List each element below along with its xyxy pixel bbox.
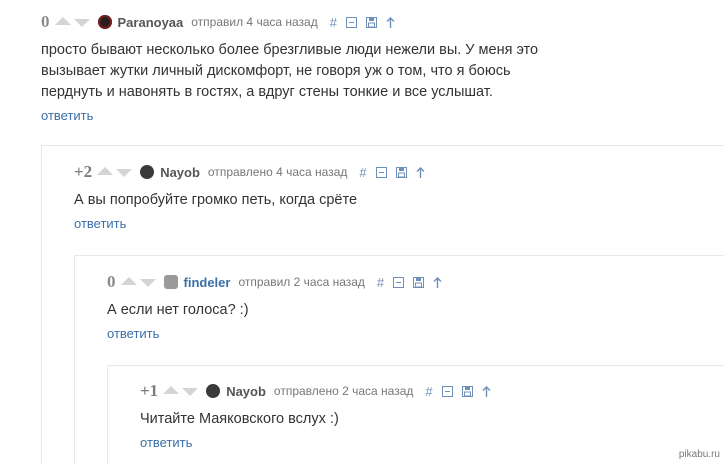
arrow-up-icon[interactable] [416,166,425,178]
comment-text-line: Читайте Маяковского вслух :) [140,411,339,427]
avatar[interactable] [163,275,178,289]
reply-link[interactable]: ответить [107,326,442,341]
comment-timestamp: отправил 2 часа назад [238,275,365,289]
avatar[interactable] [206,384,221,398]
comment-rating: 0 [107,272,116,291]
collapse-icon[interactable] [393,276,405,288]
comment-timestamp: отправлено 2 часа назад [273,384,414,398]
vote-up-icon[interactable] [120,277,137,285]
comment-rating: +1 [140,381,159,400]
comment-header: +2 Nayob отправлено 4 часа назад # [74,162,425,182]
permalink-icon[interactable]: # [330,15,337,30]
comment: +1 Nayob отправлено 2 часа назад # Читай… [140,381,491,450]
comment-text-line: перднуть и навонять в гостях, а вдруг ст… [41,84,493,100]
watermark: pikabu.ru [678,449,720,460]
comment: +2 Nayob отправлено 4 часа назад # А вы … [74,162,425,231]
comment-timestamp: отправлено 4 часа назад [207,165,348,179]
comment-header: 0 Paranoyaa отправил 4 часа назад # [41,12,538,32]
comment: 0 findeler отправил 2 часа назад # А есл… [107,272,442,341]
vote-up-icon[interactable] [163,386,180,394]
vote-up-icon[interactable] [54,17,71,25]
comment-rating: +2 [74,162,93,181]
comment-timestamp: отправил 4 часа назад [191,15,318,29]
arrow-up-icon[interactable] [386,16,395,28]
save-icon[interactable] [365,16,377,28]
permalink-icon[interactable]: # [359,165,366,180]
vote-down-icon[interactable] [182,388,199,396]
reply-link[interactable]: ответить [41,108,538,123]
arrow-up-icon[interactable] [482,385,491,397]
comment-text-line: А вы попробуйте громко петь, когда срёте [74,192,358,208]
comment-author[interactable]: findeler [184,275,231,290]
collapse-icon[interactable] [345,16,357,28]
comment-text: А вы попробуйте громко петь, когда срёте [74,190,425,211]
comment-text-line: вызывает жутки личный дискомфорт, не гов… [41,63,511,79]
avatar[interactable] [140,165,155,179]
comment-author[interactable]: Nayob [160,165,200,180]
comment-tools: # [425,384,491,399]
reply-link[interactable]: ответить [74,216,425,231]
arrow-up-icon[interactable] [433,276,442,288]
vote-up-icon[interactable] [97,167,114,175]
comment-author[interactable]: Paranoyaa [118,15,184,30]
collapse-icon[interactable] [441,385,453,397]
reply-link[interactable]: ответить [140,435,491,450]
comment-text-line: просто бывают несколько более брезгливые… [41,42,539,58]
comment-text: просто бывают несколько более брезгливые… [41,40,538,103]
comment-text-line: А если нет голоса? :) [107,302,249,318]
avatar[interactable] [97,15,112,29]
comment-header: +1 Nayob отправлено 2 часа назад # [140,381,491,401]
comment-tools: # [359,165,425,180]
permalink-icon[interactable]: # [425,384,432,399]
comment-text: А если нет голоса? :) [107,300,442,321]
collapse-icon[interactable] [375,166,387,178]
comment-tools: # [377,275,442,290]
vote-down-icon[interactable] [73,19,90,27]
vote-down-icon[interactable] [116,169,133,177]
save-icon[interactable] [395,166,407,178]
comment-rating: 0 [41,12,50,31]
comment-author[interactable]: Nayob [226,384,266,399]
comment-text: Читайте Маяковского вслух :) [140,409,491,430]
comment-tools: # [330,15,395,30]
save-icon[interactable] [461,385,473,397]
comment-header: 0 findeler отправил 2 часа назад # [107,272,442,292]
comment: 0 Paranoyaa отправил 4 часа назад # прос… [41,12,538,123]
vote-down-icon[interactable] [139,279,156,287]
save-icon[interactable] [413,276,425,288]
permalink-icon[interactable]: # [377,275,384,290]
